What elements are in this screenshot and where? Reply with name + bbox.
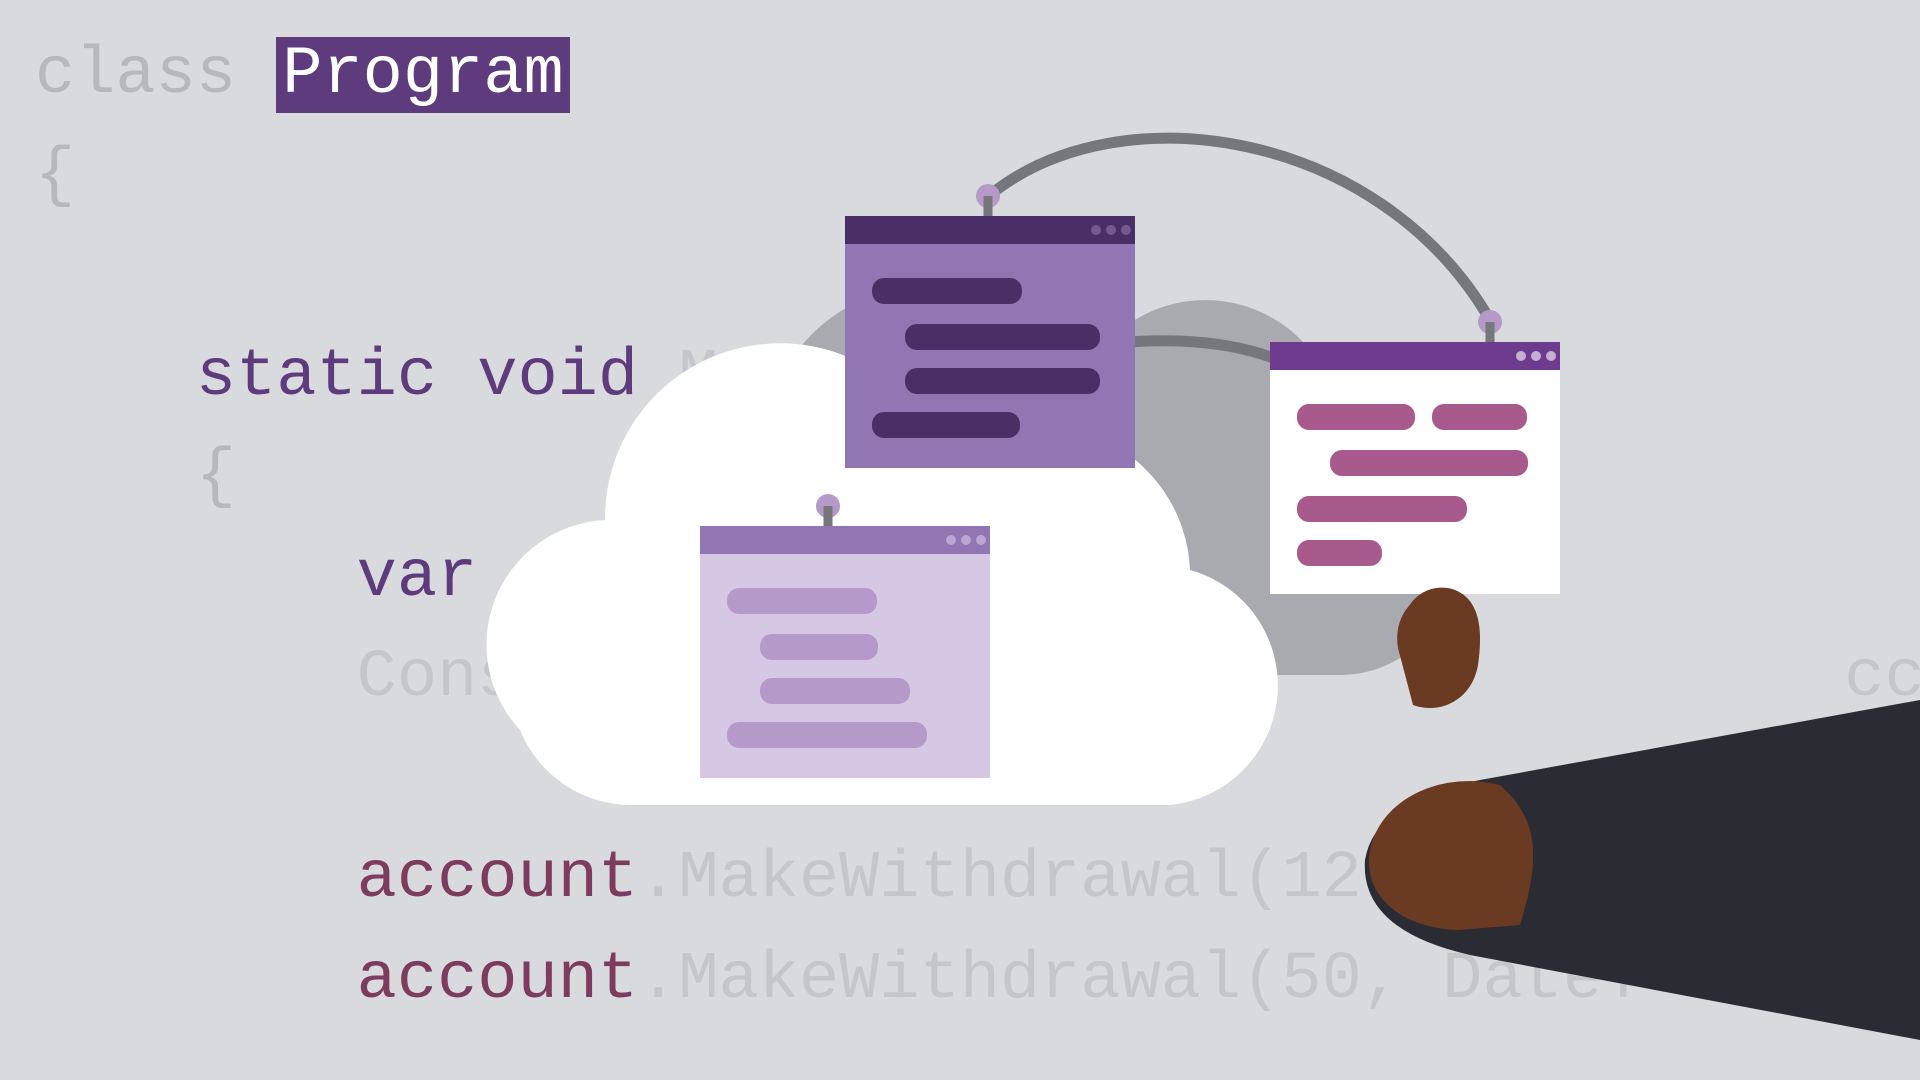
spacer	[678, 540, 1920, 616]
open-brace-2: {	[196, 439, 236, 515]
indent	[35, 439, 196, 515]
call-makewithdrawal-50: MakeWithdrawal(50, DateT	[678, 942, 1643, 1018]
open-brace: {	[35, 138, 75, 214]
indent	[35, 640, 357, 716]
indent	[35, 841, 357, 917]
ident-account-2: account	[357, 942, 638, 1018]
ident-account-1: account	[357, 841, 638, 917]
indent	[35, 339, 196, 415]
ident-consol: Consol	[357, 640, 598, 716]
call-makewithdrawal-120: MakeWithdrawal(120, Date	[678, 841, 1643, 917]
indent	[35, 942, 357, 1018]
ident-acco: acco	[517, 540, 678, 616]
method-main: Main(string[] args)	[678, 339, 1442, 415]
keyword-var: var	[357, 540, 518, 616]
indent	[35, 540, 357, 616]
highlight-program: Program	[276, 37, 569, 113]
code-block: class Program { static void Main(string[…	[35, 25, 1920, 1030]
keyword-class: class	[35, 37, 276, 113]
dot: .	[638, 942, 678, 1018]
keyword-static-void: static void	[196, 339, 678, 415]
dot: .	[638, 841, 678, 917]
tail-cc: cc	[598, 640, 1920, 716]
